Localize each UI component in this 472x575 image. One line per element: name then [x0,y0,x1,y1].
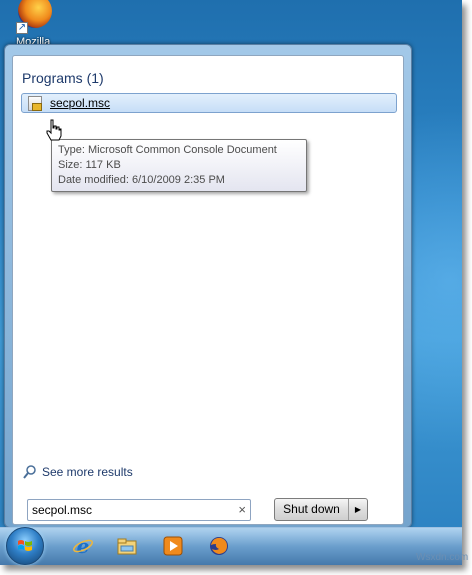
start-menu: Programs (1) secpol.msc Type: Microsoft … [4,44,412,528]
result-item-secpol[interactable]: secpol.msc [21,93,397,113]
taskbar [0,527,462,565]
see-more-label: See more results [42,465,133,479]
svg-text:e: e [77,535,90,557]
search-input[interactable] [32,502,226,518]
start-search-box[interactable]: × [27,499,251,521]
tooltip-type: Type: Microsoft Common Console Document [58,144,277,156]
windows-explorer-icon[interactable] [116,535,138,557]
search-results-panel: Programs (1) secpol.msc Type: Microsoft … [12,55,404,525]
tooltip-date-modified: Date modified: 6/10/2009 2:35 PM [58,174,225,186]
desktop-background: ↗ Mozilla Programs (1) secpol.msc Type: … [0,0,462,565]
media-player-icon[interactable] [162,535,184,557]
start-orb[interactable] [6,527,44,565]
shutdown-button[interactable]: Shut down [275,499,349,520]
result-item-label: secpol.msc [50,96,111,110]
shutdown-button-group: Shut down ▶ [274,498,368,521]
internet-explorer-icon[interactable]: e [72,535,94,557]
hand-cursor-icon [46,119,62,141]
desktop-shortcut-mozilla[interactable]: ↗ Mozilla [10,0,58,48]
file-info-tooltip: Type: Microsoft Common Console Document … [51,139,307,192]
programs-section-title: Programs (1) [22,70,104,86]
firefox-icon[interactable] [208,535,230,557]
clear-search-icon[interactable]: × [238,502,246,517]
shutdown-options-arrow-icon[interactable]: ▶ [349,499,367,520]
windows-logo-icon [18,540,32,551]
magnifier-icon [23,465,36,479]
watermark-text: Wsxdn.com [416,552,469,563]
msc-file-icon [28,96,42,111]
tooltip-size: Size: 117 KB [58,159,121,171]
see-more-results-link[interactable]: See more results [23,465,133,479]
shortcut-arrow-icon: ↗ [16,22,28,34]
